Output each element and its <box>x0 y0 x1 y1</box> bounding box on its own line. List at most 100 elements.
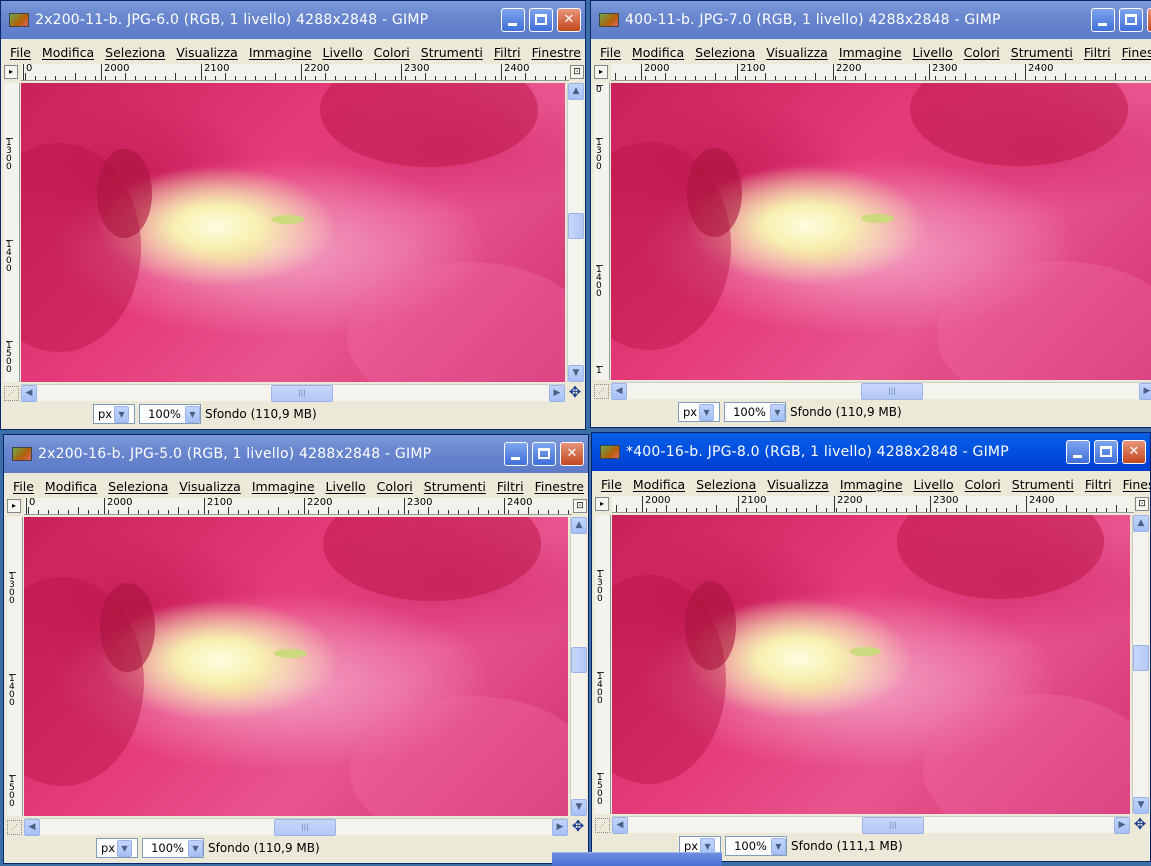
unit-selector[interactable]: px ▼ <box>678 402 720 422</box>
minimize-button[interactable] <box>504 442 528 466</box>
menu-item-modifica[interactable]: Modifica <box>633 477 685 492</box>
title-bar[interactable]: 400-11-b. JPG-7.0 (RGB, 1 livello) 4288x… <box>591 1 1151 39</box>
menu-arrow-icon[interactable]: ▸ <box>594 65 608 79</box>
menu-item-immagine[interactable]: Immagine <box>839 45 902 60</box>
zoom-selector[interactable]: 100% ▼ <box>725 836 787 856</box>
menu-item-strumenti[interactable]: Strumenti <box>1011 45 1073 60</box>
gimp-image-window[interactable]: 2x200-16-b. JPG-5.0 (RGB, 1 livello) 428… <box>3 434 589 864</box>
menu-item-livello[interactable]: Livello <box>914 477 954 492</box>
chevron-right-icon[interactable]: ▶ <box>549 385 565 402</box>
chevron-down-icon[interactable]: ▼ <box>1133 797 1149 814</box>
chevron-up-icon[interactable]: ▲ <box>1133 515 1149 532</box>
maximize-button[interactable] <box>1119 8 1143 32</box>
chevron-right-icon[interactable]: ▶ <box>1139 383 1151 400</box>
quick-mask-icon[interactable]: ⋰ <box>595 818 610 833</box>
menu-arrow-icon[interactable]: ▸ <box>595 497 609 511</box>
maximize-button[interactable] <box>1094 440 1118 464</box>
close-button[interactable]: ✕ <box>557 8 581 32</box>
chevron-down-icon[interactable]: ▼ <box>117 839 133 857</box>
gimp-image-window[interactable]: 400-11-b. JPG-7.0 (RGB, 1 livello) 4288x… <box>590 0 1151 428</box>
menu-item-file[interactable]: File <box>13 479 34 494</box>
menu-item-finestre[interactable]: Finestre <box>535 479 584 494</box>
menu-item-visualizza[interactable]: Visualizza <box>766 45 828 60</box>
horizontal-ruler[interactable]: 0 2000 2100 2200 2300 2400 <box>24 498 572 515</box>
menu-item-filtri[interactable]: Filtri <box>494 45 521 60</box>
chevron-left-icon[interactable]: ◀ <box>24 819 40 836</box>
gimp-image-window[interactable]: *400-16-b. JPG-8.0 (RGB, 1 livello) 4288… <box>591 432 1151 862</box>
chevron-down-icon[interactable]: ▼ <box>571 799 587 816</box>
maximize-button[interactable] <box>532 442 556 466</box>
chevron-down-icon[interactable]: ▼ <box>699 403 715 421</box>
quick-mask-icon[interactable]: ⋰ <box>594 384 609 399</box>
title-bar[interactable]: *400-16-b. JPG-8.0 (RGB, 1 livello) 4288… <box>592 433 1150 471</box>
minimize-button[interactable] <box>1091 8 1115 32</box>
chevron-right-icon[interactable]: ▶ <box>1114 817 1130 834</box>
chevron-up-icon[interactable]: ▲ <box>568 83 584 100</box>
close-button[interactable]: ✕ <box>1147 8 1151 32</box>
horizontal-ruler[interactable]: 2000 2100 2200 2300 2400 <box>612 496 1134 513</box>
zoom-selector[interactable]: 100% ▼ <box>142 838 204 858</box>
vertical-scrollbar[interactable]: ▲ ▼ <box>570 517 587 816</box>
close-button[interactable]: ✕ <box>560 442 584 466</box>
menu-item-filtri[interactable]: Filtri <box>1085 477 1112 492</box>
menu-item-seleziona[interactable]: Seleziona <box>696 477 756 492</box>
navigate-icon[interactable]: ✥ <box>567 384 583 401</box>
menu-item-modifica[interactable]: Modifica <box>42 45 94 60</box>
menu-item-modifica[interactable]: Modifica <box>632 45 684 60</box>
gimp-icon[interactable] <box>9 13 29 27</box>
chevron-down-icon[interactable]: ▼ <box>771 837 786 855</box>
vertical-ruler[interactable]: 1300 1400 1500 <box>7 517 23 816</box>
chevron-down-icon[interactable]: ▼ <box>770 403 785 421</box>
menu-item-finestre[interactable]: Finestre <box>532 45 581 60</box>
menu-item-colori[interactable]: Colori <box>374 45 410 60</box>
quick-mask-icon[interactable]: ⋰ <box>4 386 19 401</box>
vertical-scrollbar[interactable]: ▲ ▼ <box>567 83 584 382</box>
unit-selector[interactable]: px ▼ <box>96 838 138 858</box>
image-canvas[interactable] <box>24 517 568 816</box>
vertical-scroll-thumb[interactable] <box>571 647 587 673</box>
gimp-icon[interactable] <box>600 445 620 459</box>
vertical-scroll-thumb[interactable] <box>1133 645 1149 671</box>
menu-item-file[interactable]: File <box>10 45 31 60</box>
menu-item-filtri[interactable]: Filtri <box>1084 45 1111 60</box>
menu-item-seleziona[interactable]: Seleziona <box>105 45 165 60</box>
navigate-icon[interactable]: ✥ <box>1132 816 1148 833</box>
maximize-button[interactable] <box>529 8 553 32</box>
horizontal-ruler[interactable]: 2000 2100 2200 2300 2400 <box>611 64 1151 81</box>
close-button[interactable]: ✕ <box>1122 440 1146 464</box>
chevron-left-icon[interactable]: ◀ <box>611 383 627 400</box>
menu-item-immagine[interactable]: Immagine <box>840 477 903 492</box>
menu-item-seleziona[interactable]: Seleziona <box>108 479 168 494</box>
zoom-selector[interactable]: 100% ▼ <box>724 402 786 422</box>
minimize-button[interactable] <box>1066 440 1090 464</box>
gimp-image-window[interactable]: 2x200-11-b. JPG-6.0 (RGB, 1 livello) 428… <box>0 0 586 430</box>
vertical-ruler[interactable]: 0 1300 1400 1 <box>594 83 610 380</box>
chevron-down-icon[interactable]: ▼ <box>188 839 203 857</box>
image-canvas[interactable] <box>21 83 565 382</box>
gimp-icon[interactable] <box>12 447 32 461</box>
horizontal-scrollbar[interactable]: ◀ ||| ▶ <box>24 818 568 836</box>
horizontal-ruler[interactable]: 0 2000 2100 2200 2300 2400 <box>21 64 569 81</box>
navigate-icon[interactable]: ✥ <box>570 818 586 835</box>
title-bar[interactable]: 2x200-11-b. JPG-6.0 (RGB, 1 livello) 428… <box>1 1 585 39</box>
menu-item-strumenti[interactable]: Strumenti <box>1012 477 1074 492</box>
horizontal-scroll-thumb[interactable]: ||| <box>861 383 923 400</box>
zoom-fit-icon[interactable]: ⊡ <box>573 499 587 513</box>
chevron-left-icon[interactable]: ◀ <box>21 385 37 402</box>
unit-selector[interactable]: px ▼ <box>93 404 135 424</box>
quick-mask-icon[interactable]: ⋰ <box>7 820 22 835</box>
menu-item-livello[interactable]: Livello <box>323 45 363 60</box>
menu-item-colori[interactable]: Colori <box>964 45 1000 60</box>
menu-item-visualizza[interactable]: Visualizza <box>179 479 241 494</box>
chevron-right-icon[interactable]: ▶ <box>552 819 568 836</box>
chevron-down-icon[interactable]: ▼ <box>114 405 130 423</box>
zoom-fit-icon[interactable]: ⊡ <box>1135 497 1149 511</box>
vertical-ruler[interactable]: 1300 1400 1500 <box>595 515 611 814</box>
horizontal-scrollbar[interactable]: ◀ ||| ▶ <box>21 384 565 402</box>
horizontal-scroll-thumb[interactable]: ||| <box>271 385 333 402</box>
minimize-button[interactable] <box>501 8 525 32</box>
menu-item-immagine[interactable]: Immagine <box>249 45 312 60</box>
menu-item-immagine[interactable]: Immagine <box>252 479 315 494</box>
horizontal-scroll-thumb[interactable]: ||| <box>274 819 336 836</box>
menu-item-livello[interactable]: Livello <box>326 479 366 494</box>
